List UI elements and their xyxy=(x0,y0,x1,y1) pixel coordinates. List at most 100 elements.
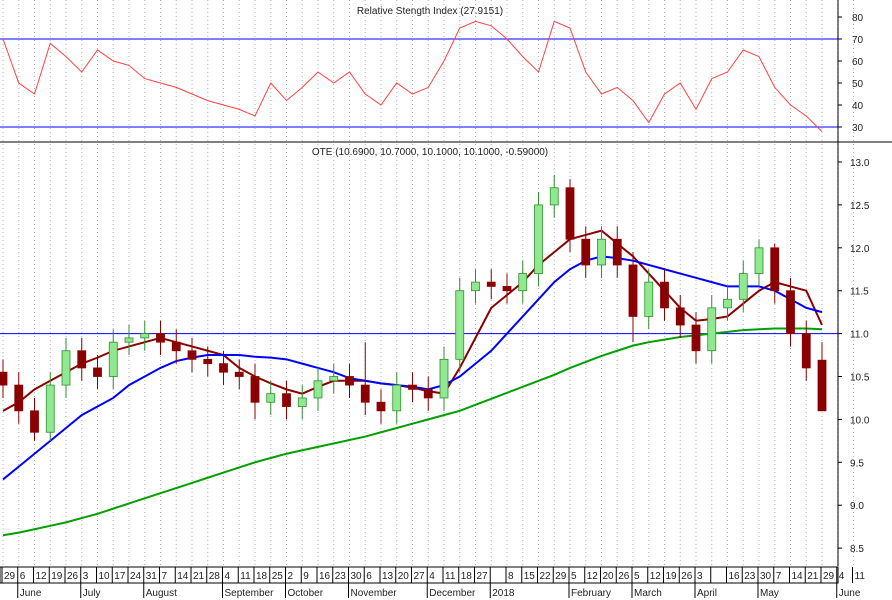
week-label: 9 xyxy=(303,571,309,582)
week-label: 6 xyxy=(366,571,372,582)
candle-up xyxy=(518,273,528,292)
week-label: 12 xyxy=(36,571,48,582)
candle-up xyxy=(738,273,748,300)
rsi-title: Relative Stength Index (27.9151) xyxy=(357,6,503,17)
week-label: 16 xyxy=(319,571,331,582)
week-label: 20 xyxy=(603,571,615,582)
candle-down xyxy=(486,281,496,287)
month-label: November xyxy=(351,588,398,599)
week-label: 25 xyxy=(272,571,284,582)
candle-up xyxy=(266,393,276,403)
candle-up xyxy=(597,238,606,266)
rsi-tick-label: 80 xyxy=(852,13,864,24)
candle-down xyxy=(691,324,701,352)
candle-up xyxy=(140,333,150,339)
week-label: 2 xyxy=(288,571,294,582)
week-label: 17 xyxy=(114,571,126,582)
week-label: 4 xyxy=(429,571,435,582)
candle-up xyxy=(108,341,118,377)
price-tick-label: 9.5 xyxy=(850,458,864,469)
candle-up xyxy=(754,247,764,274)
week-label: 29 xyxy=(823,571,835,582)
week-label: 21 xyxy=(807,571,819,582)
rsi-panel: Relative Stength Index (27.9151) 80 70 60 5… xyxy=(0,6,864,134)
candle-down xyxy=(77,350,87,369)
candle-up xyxy=(313,380,323,399)
week-label: 7 xyxy=(776,571,782,582)
week-label: 26 xyxy=(681,571,693,582)
price-tick-label: 9.0 xyxy=(850,501,864,512)
week-label: 23 xyxy=(744,571,756,582)
candle-up xyxy=(723,298,732,309)
candle-down xyxy=(565,187,575,240)
week-label: 27 xyxy=(414,571,426,582)
week-label: 18 xyxy=(461,571,473,582)
week-label: 30 xyxy=(760,571,772,582)
rsi-tick-label: 40 xyxy=(852,101,864,112)
price-tick-label: 12.0 xyxy=(850,244,870,255)
month-label: October xyxy=(288,588,324,599)
candle-up xyxy=(297,397,307,407)
month-label: August xyxy=(146,588,177,599)
month-label: December xyxy=(429,588,476,599)
candle-down xyxy=(250,376,260,403)
candle-down xyxy=(203,358,213,365)
week-label: 26 xyxy=(67,571,79,582)
candle-down xyxy=(408,384,417,390)
candle-down xyxy=(786,290,795,335)
week-label: 22 xyxy=(540,571,552,582)
week-label: 15 xyxy=(524,571,536,582)
month-label: February xyxy=(571,588,611,599)
week-label: 3 xyxy=(697,571,703,582)
candle-down xyxy=(234,371,244,377)
week-label: 19 xyxy=(51,571,63,582)
candle-down xyxy=(502,286,512,292)
grid-lines xyxy=(2,0,854,566)
week-label: 27 xyxy=(477,571,489,582)
candle-down xyxy=(219,363,228,373)
week-label: 11 xyxy=(855,571,866,582)
candle-up xyxy=(439,358,449,399)
month-label: June xyxy=(839,588,861,599)
month-label: June xyxy=(20,588,42,599)
stock-chart: Relative Stength Index (27.9151) 80 70 60 5… xyxy=(0,0,892,599)
candle-up xyxy=(471,281,480,292)
week-label: 12 xyxy=(587,571,599,582)
month-label: May xyxy=(760,588,779,599)
week-label: 5 xyxy=(571,571,577,582)
candle-up xyxy=(124,337,134,343)
date-axis: 29 6 12 19 26 3 10 17 24 31 7 14 21 28 4 11 18 25 2 9 16 23 30… xyxy=(0,566,866,599)
month-label: April xyxy=(697,588,717,599)
candle-down xyxy=(423,388,433,399)
week-label: 14 xyxy=(177,571,189,582)
candle-down xyxy=(817,359,827,412)
week-label: 29 xyxy=(555,571,567,582)
price-panel: OTE (10.6900, 10.7000, 10.1000, 10.1000,… xyxy=(0,147,870,555)
price-tick-label: 11.5 xyxy=(850,287,869,298)
price-tick-label: 11.0 xyxy=(850,330,869,341)
candle-down xyxy=(770,247,780,292)
week-label: 14 xyxy=(792,571,804,582)
week-label: 12 xyxy=(650,571,662,582)
candle-down xyxy=(612,238,622,266)
month-label: March xyxy=(634,588,662,599)
week-label: 6 xyxy=(20,571,26,582)
week-label: 16 xyxy=(729,571,741,582)
candle-up xyxy=(549,187,559,206)
candle-down xyxy=(376,401,386,412)
week-label: 30 xyxy=(351,571,363,582)
week-label: 24 xyxy=(130,571,142,582)
candle-down xyxy=(628,264,638,317)
candle-down xyxy=(801,333,811,369)
candle-down xyxy=(14,384,24,412)
candle-down xyxy=(581,238,591,266)
month-label: 2018 xyxy=(492,588,515,599)
candle-down xyxy=(93,367,102,377)
week-label: 11 xyxy=(445,571,456,582)
price-title: OTE (10.6900, 10.7000, 10.1000, 10.1000,… xyxy=(312,147,548,158)
rsi-tick-label: 30 xyxy=(852,123,864,134)
rsi-reference-lines xyxy=(0,38,838,128)
week-label: 31 xyxy=(146,571,158,582)
candle-down xyxy=(660,281,669,309)
week-label: 28 xyxy=(209,571,221,582)
